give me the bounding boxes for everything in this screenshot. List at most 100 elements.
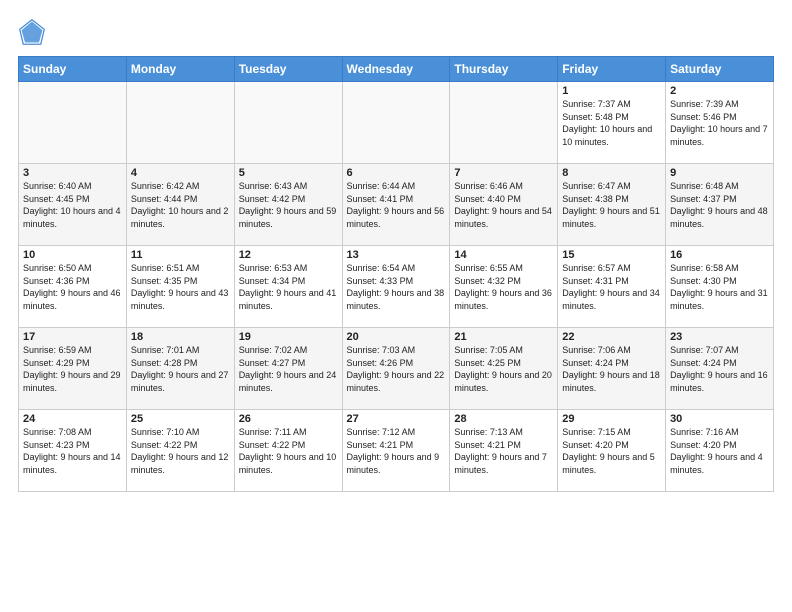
col-header-sunday: Sunday <box>19 57 127 82</box>
day-number: 23 <box>670 331 769 343</box>
calendar-cell: 29Sunrise: 7:15 AM Sunset: 4:20 PM Dayli… <box>558 410 666 492</box>
week-row-4: 24Sunrise: 7:08 AM Sunset: 4:23 PM Dayli… <box>19 410 774 492</box>
day-info: Sunrise: 6:58 AM Sunset: 4:30 PM Dayligh… <box>670 262 769 312</box>
week-row-0: 1Sunrise: 7:37 AM Sunset: 5:48 PM Daylig… <box>19 82 774 164</box>
calendar-cell: 11Sunrise: 6:51 AM Sunset: 4:35 PM Dayli… <box>126 246 234 328</box>
day-info: Sunrise: 7:11 AM Sunset: 4:22 PM Dayligh… <box>239 426 338 476</box>
calendar-cell: 6Sunrise: 6:44 AM Sunset: 4:41 PM Daylig… <box>342 164 450 246</box>
week-row-2: 10Sunrise: 6:50 AM Sunset: 4:36 PM Dayli… <box>19 246 774 328</box>
calendar-cell: 10Sunrise: 6:50 AM Sunset: 4:36 PM Dayli… <box>19 246 127 328</box>
calendar-cell: 27Sunrise: 7:12 AM Sunset: 4:21 PM Dayli… <box>342 410 450 492</box>
day-info: Sunrise: 7:39 AM Sunset: 5:46 PM Dayligh… <box>670 98 769 148</box>
day-info: Sunrise: 6:57 AM Sunset: 4:31 PM Dayligh… <box>562 262 661 312</box>
day-number: 2 <box>670 85 769 97</box>
day-info: Sunrise: 6:40 AM Sunset: 4:45 PM Dayligh… <box>23 180 122 230</box>
calendar: SundayMondayTuesdayWednesdayThursdayFrid… <box>18 56 774 492</box>
day-info: Sunrise: 7:16 AM Sunset: 4:20 PM Dayligh… <box>670 426 769 476</box>
calendar-cell: 21Sunrise: 7:05 AM Sunset: 4:25 PM Dayli… <box>450 328 558 410</box>
calendar-cell: 12Sunrise: 6:53 AM Sunset: 4:34 PM Dayli… <box>234 246 342 328</box>
day-info: Sunrise: 7:10 AM Sunset: 4:22 PM Dayligh… <box>131 426 230 476</box>
day-number: 10 <box>23 249 122 261</box>
calendar-cell: 4Sunrise: 6:42 AM Sunset: 4:44 PM Daylig… <box>126 164 234 246</box>
calendar-cell: 3Sunrise: 6:40 AM Sunset: 4:45 PM Daylig… <box>19 164 127 246</box>
day-info: Sunrise: 6:42 AM Sunset: 4:44 PM Dayligh… <box>131 180 230 230</box>
day-info: Sunrise: 6:46 AM Sunset: 4:40 PM Dayligh… <box>454 180 553 230</box>
calendar-cell: 25Sunrise: 7:10 AM Sunset: 4:22 PM Dayli… <box>126 410 234 492</box>
day-number: 26 <box>239 413 338 425</box>
day-number: 29 <box>562 413 661 425</box>
calendar-cell: 1Sunrise: 7:37 AM Sunset: 5:48 PM Daylig… <box>558 82 666 164</box>
day-number: 19 <box>239 331 338 343</box>
day-number: 11 <box>131 249 230 261</box>
day-number: 6 <box>347 167 446 179</box>
day-number: 15 <box>562 249 661 261</box>
calendar-cell: 30Sunrise: 7:16 AM Sunset: 4:20 PM Dayli… <box>666 410 774 492</box>
day-number: 9 <box>670 167 769 179</box>
calendar-cell: 16Sunrise: 6:58 AM Sunset: 4:30 PM Dayli… <box>666 246 774 328</box>
day-number: 17 <box>23 331 122 343</box>
day-info: Sunrise: 7:37 AM Sunset: 5:48 PM Dayligh… <box>562 98 661 148</box>
calendar-cell <box>450 82 558 164</box>
week-row-1: 3Sunrise: 6:40 AM Sunset: 4:45 PM Daylig… <box>19 164 774 246</box>
calendar-cell: 28Sunrise: 7:13 AM Sunset: 4:21 PM Dayli… <box>450 410 558 492</box>
day-info: Sunrise: 7:08 AM Sunset: 4:23 PM Dayligh… <box>23 426 122 476</box>
calendar-cell: 17Sunrise: 6:59 AM Sunset: 4:29 PM Dayli… <box>19 328 127 410</box>
calendar-cell <box>342 82 450 164</box>
calendar-cell: 9Sunrise: 6:48 AM Sunset: 4:37 PM Daylig… <box>666 164 774 246</box>
calendar-cell: 7Sunrise: 6:46 AM Sunset: 4:40 PM Daylig… <box>450 164 558 246</box>
calendar-cell: 23Sunrise: 7:07 AM Sunset: 4:24 PM Dayli… <box>666 328 774 410</box>
day-number: 28 <box>454 413 553 425</box>
day-number: 24 <box>23 413 122 425</box>
day-info: Sunrise: 6:44 AM Sunset: 4:41 PM Dayligh… <box>347 180 446 230</box>
calendar-header-row: SundayMondayTuesdayWednesdayThursdayFrid… <box>19 57 774 82</box>
day-number: 7 <box>454 167 553 179</box>
day-number: 16 <box>670 249 769 261</box>
calendar-cell: 2Sunrise: 7:39 AM Sunset: 5:46 PM Daylig… <box>666 82 774 164</box>
day-number: 21 <box>454 331 553 343</box>
day-number: 22 <box>562 331 661 343</box>
col-header-friday: Friday <box>558 57 666 82</box>
day-info: Sunrise: 6:54 AM Sunset: 4:33 PM Dayligh… <box>347 262 446 312</box>
calendar-cell: 22Sunrise: 7:06 AM Sunset: 4:24 PM Dayli… <box>558 328 666 410</box>
calendar-cell <box>19 82 127 164</box>
calendar-cell: 26Sunrise: 7:11 AM Sunset: 4:22 PM Dayli… <box>234 410 342 492</box>
day-info: Sunrise: 6:43 AM Sunset: 4:42 PM Dayligh… <box>239 180 338 230</box>
col-header-wednesday: Wednesday <box>342 57 450 82</box>
day-info: Sunrise: 6:47 AM Sunset: 4:38 PM Dayligh… <box>562 180 661 230</box>
calendar-cell: 24Sunrise: 7:08 AM Sunset: 4:23 PM Dayli… <box>19 410 127 492</box>
day-number: 27 <box>347 413 446 425</box>
day-number: 8 <box>562 167 661 179</box>
calendar-cell <box>234 82 342 164</box>
day-number: 3 <box>23 167 122 179</box>
day-info: Sunrise: 7:15 AM Sunset: 4:20 PM Dayligh… <box>562 426 661 476</box>
day-info: Sunrise: 7:05 AM Sunset: 4:25 PM Dayligh… <box>454 344 553 394</box>
calendar-cell <box>126 82 234 164</box>
header <box>18 18 774 46</box>
page: SundayMondayTuesdayWednesdayThursdayFrid… <box>0 0 792 502</box>
calendar-cell: 15Sunrise: 6:57 AM Sunset: 4:31 PM Dayli… <box>558 246 666 328</box>
day-number: 5 <box>239 167 338 179</box>
day-info: Sunrise: 6:50 AM Sunset: 4:36 PM Dayligh… <box>23 262 122 312</box>
calendar-cell: 14Sunrise: 6:55 AM Sunset: 4:32 PM Dayli… <box>450 246 558 328</box>
logo <box>18 18 50 46</box>
day-info: Sunrise: 6:55 AM Sunset: 4:32 PM Dayligh… <box>454 262 553 312</box>
day-info: Sunrise: 6:51 AM Sunset: 4:35 PM Dayligh… <box>131 262 230 312</box>
day-number: 18 <box>131 331 230 343</box>
day-info: Sunrise: 7:01 AM Sunset: 4:28 PM Dayligh… <box>131 344 230 394</box>
col-header-saturday: Saturday <box>666 57 774 82</box>
calendar-cell: 20Sunrise: 7:03 AM Sunset: 4:26 PM Dayli… <box>342 328 450 410</box>
calendar-cell: 8Sunrise: 6:47 AM Sunset: 4:38 PM Daylig… <box>558 164 666 246</box>
col-header-thursday: Thursday <box>450 57 558 82</box>
day-number: 13 <box>347 249 446 261</box>
col-header-monday: Monday <box>126 57 234 82</box>
col-header-tuesday: Tuesday <box>234 57 342 82</box>
day-info: Sunrise: 6:48 AM Sunset: 4:37 PM Dayligh… <box>670 180 769 230</box>
week-row-3: 17Sunrise: 6:59 AM Sunset: 4:29 PM Dayli… <box>19 328 774 410</box>
day-info: Sunrise: 7:02 AM Sunset: 4:27 PM Dayligh… <box>239 344 338 394</box>
calendar-cell: 19Sunrise: 7:02 AM Sunset: 4:27 PM Dayli… <box>234 328 342 410</box>
day-info: Sunrise: 7:07 AM Sunset: 4:24 PM Dayligh… <box>670 344 769 394</box>
calendar-cell: 13Sunrise: 6:54 AM Sunset: 4:33 PM Dayli… <box>342 246 450 328</box>
logo-icon <box>18 18 46 46</box>
day-number: 30 <box>670 413 769 425</box>
day-number: 12 <box>239 249 338 261</box>
